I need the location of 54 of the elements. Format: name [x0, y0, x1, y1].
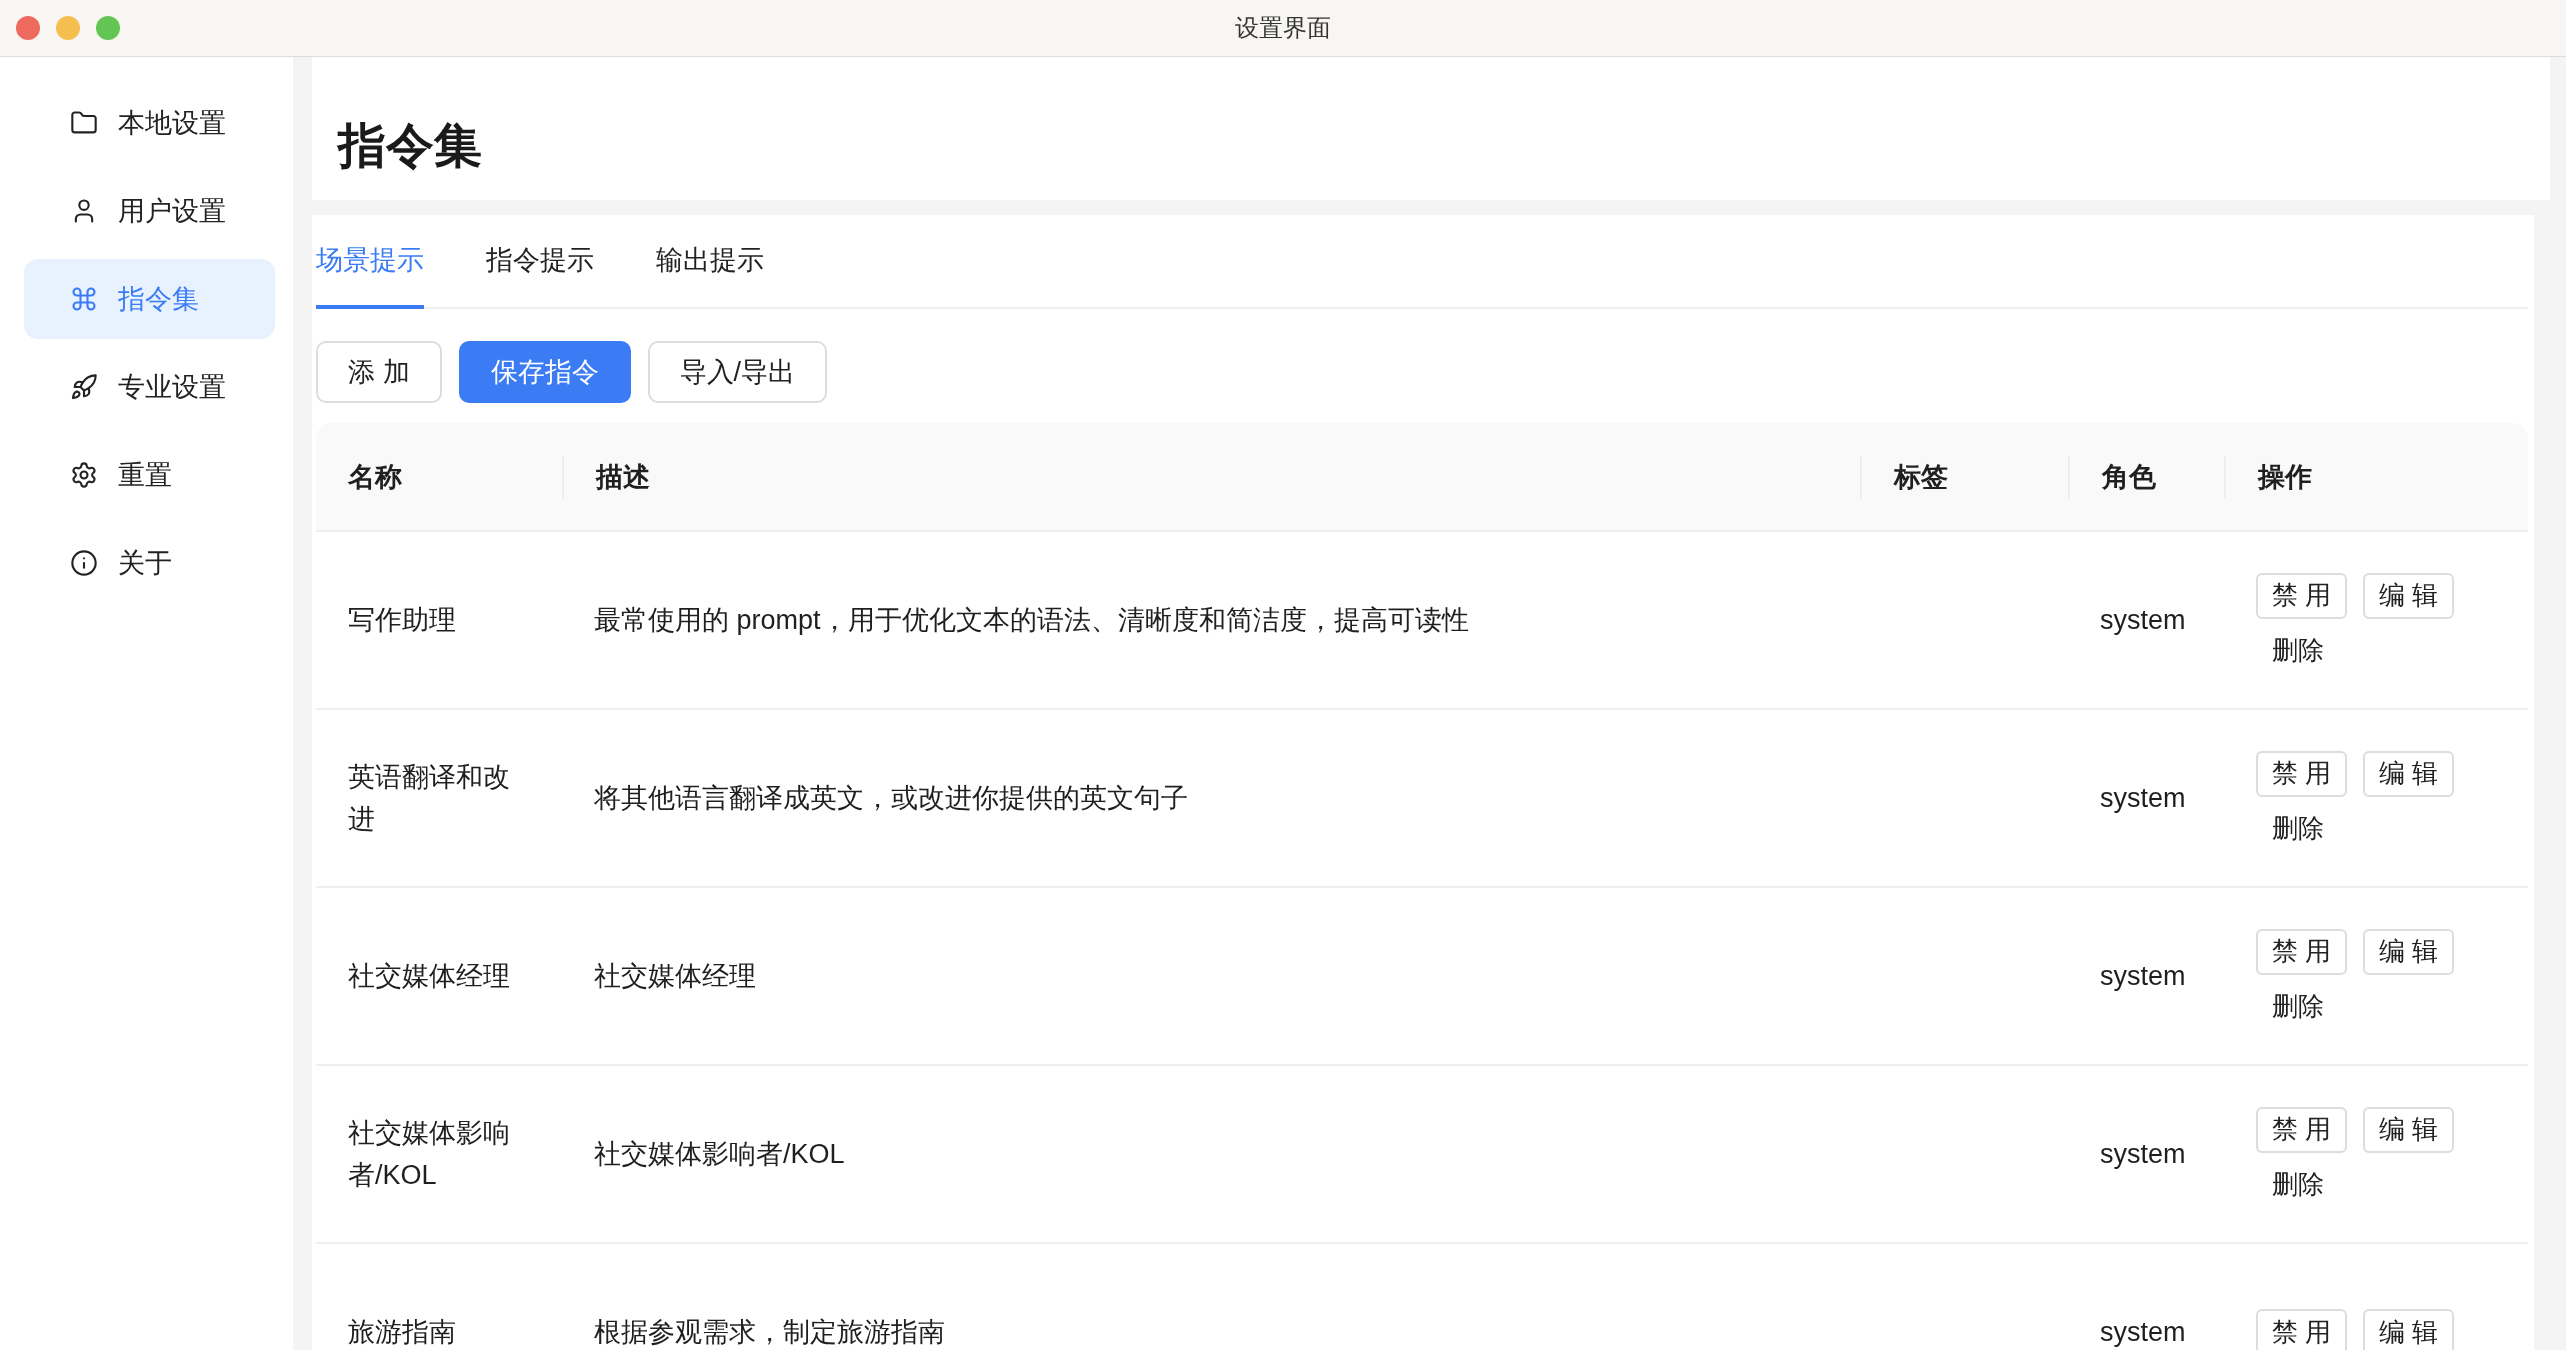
sidebar-item[interactable]: 本地设置: [24, 83, 275, 163]
table-cell-text: 旅游指南: [347, 1316, 457, 1349]
close-button[interactable]: [16, 16, 40, 40]
page-title: 指令集: [338, 118, 482, 174]
table-cell-text: system: [2099, 960, 2187, 993]
info-icon: [70, 549, 98, 577]
zoom-button[interactable]: [96, 16, 120, 40]
action-button[interactable]: 编 辑: [2363, 572, 2455, 619]
delete-link[interactable]: 删除: [2256, 988, 2528, 1024]
column-header: 操作: [2258, 461, 2312, 492]
table-cell-text: 最常使用的 prompt，用于优化文本的语法、清晰度和简洁度，提高可读性: [593, 604, 1470, 637]
action-button[interactable]: 编 辑: [2363, 750, 2455, 797]
sidebar-item[interactable]: 关于: [24, 523, 275, 603]
action-button[interactable]: 编 辑: [2363, 1106, 2455, 1153]
sidebar-item[interactable]: 专业设置: [24, 347, 275, 427]
tab[interactable]: 指令提示: [486, 215, 594, 309]
table-cell-text: system: [2099, 604, 2187, 637]
table-cell-text: 写作助理: [347, 604, 457, 637]
table-cell-text: system: [2099, 1138, 2187, 1171]
primary-button[interactable]: 保存指令: [458, 341, 631, 403]
action-button[interactable]: 禁 用: [2256, 1106, 2348, 1153]
minimize-button[interactable]: [56, 16, 80, 40]
action-button[interactable]: 编 辑: [2363, 928, 2455, 975]
action-button[interactable]: 禁 用: [2256, 928, 2348, 975]
toolbar-button[interactable]: 添 加: [316, 341, 442, 403]
delete-link[interactable]: 删除: [2256, 632, 2528, 668]
table-cell-text: 社交媒体经理: [347, 960, 511, 993]
settings-icon: [70, 461, 98, 489]
delete-link[interactable]: 删除: [2256, 1166, 2528, 1202]
table-cell-text: 根据参观需求，制定旅游指南: [593, 1316, 946, 1349]
toolbar-button[interactable]: 导入/导出: [647, 341, 828, 403]
table-cell-text: 将其他语言翻译成英文，或改进你提供的英文句子: [593, 782, 1189, 815]
column-header: 角色: [2102, 461, 2156, 492]
table-cell-text: 社交媒体经理: [593, 960, 757, 993]
tab[interactable]: 输出提示: [656, 215, 764, 309]
action-button[interactable]: 禁 用: [2256, 572, 2348, 619]
table-cell-text: system: [2099, 782, 2187, 815]
tab[interactable]: 场景提示: [316, 215, 424, 309]
table-cell-text: 英语翻译和改进: [347, 761, 511, 836]
action-button[interactable]: 禁 用: [2256, 750, 2348, 797]
sidebar-item[interactable]: 重置: [24, 435, 275, 515]
action-button[interactable]: 编 辑: [2363, 1309, 2455, 1350]
column-header: 描述: [596, 461, 650, 492]
table-cell-text: 社交媒体影响者/KOL: [347, 1117, 511, 1192]
table-cell-text: system: [2099, 1316, 2187, 1349]
column-header: 标签: [1894, 461, 1948, 492]
window-title: 设置界面: [1235, 13, 1331, 43]
action-button[interactable]: 禁 用: [2256, 1309, 2348, 1350]
table-cell-text: 社交媒体影响者/KOL: [593, 1138, 846, 1171]
sidebar-item[interactable]: 用户设置: [24, 171, 275, 251]
rocket-icon: [70, 373, 98, 401]
command-icon: [70, 285, 98, 313]
delete-link[interactable]: 删除: [2256, 810, 2528, 846]
column-header: 名称: [348, 461, 402, 492]
